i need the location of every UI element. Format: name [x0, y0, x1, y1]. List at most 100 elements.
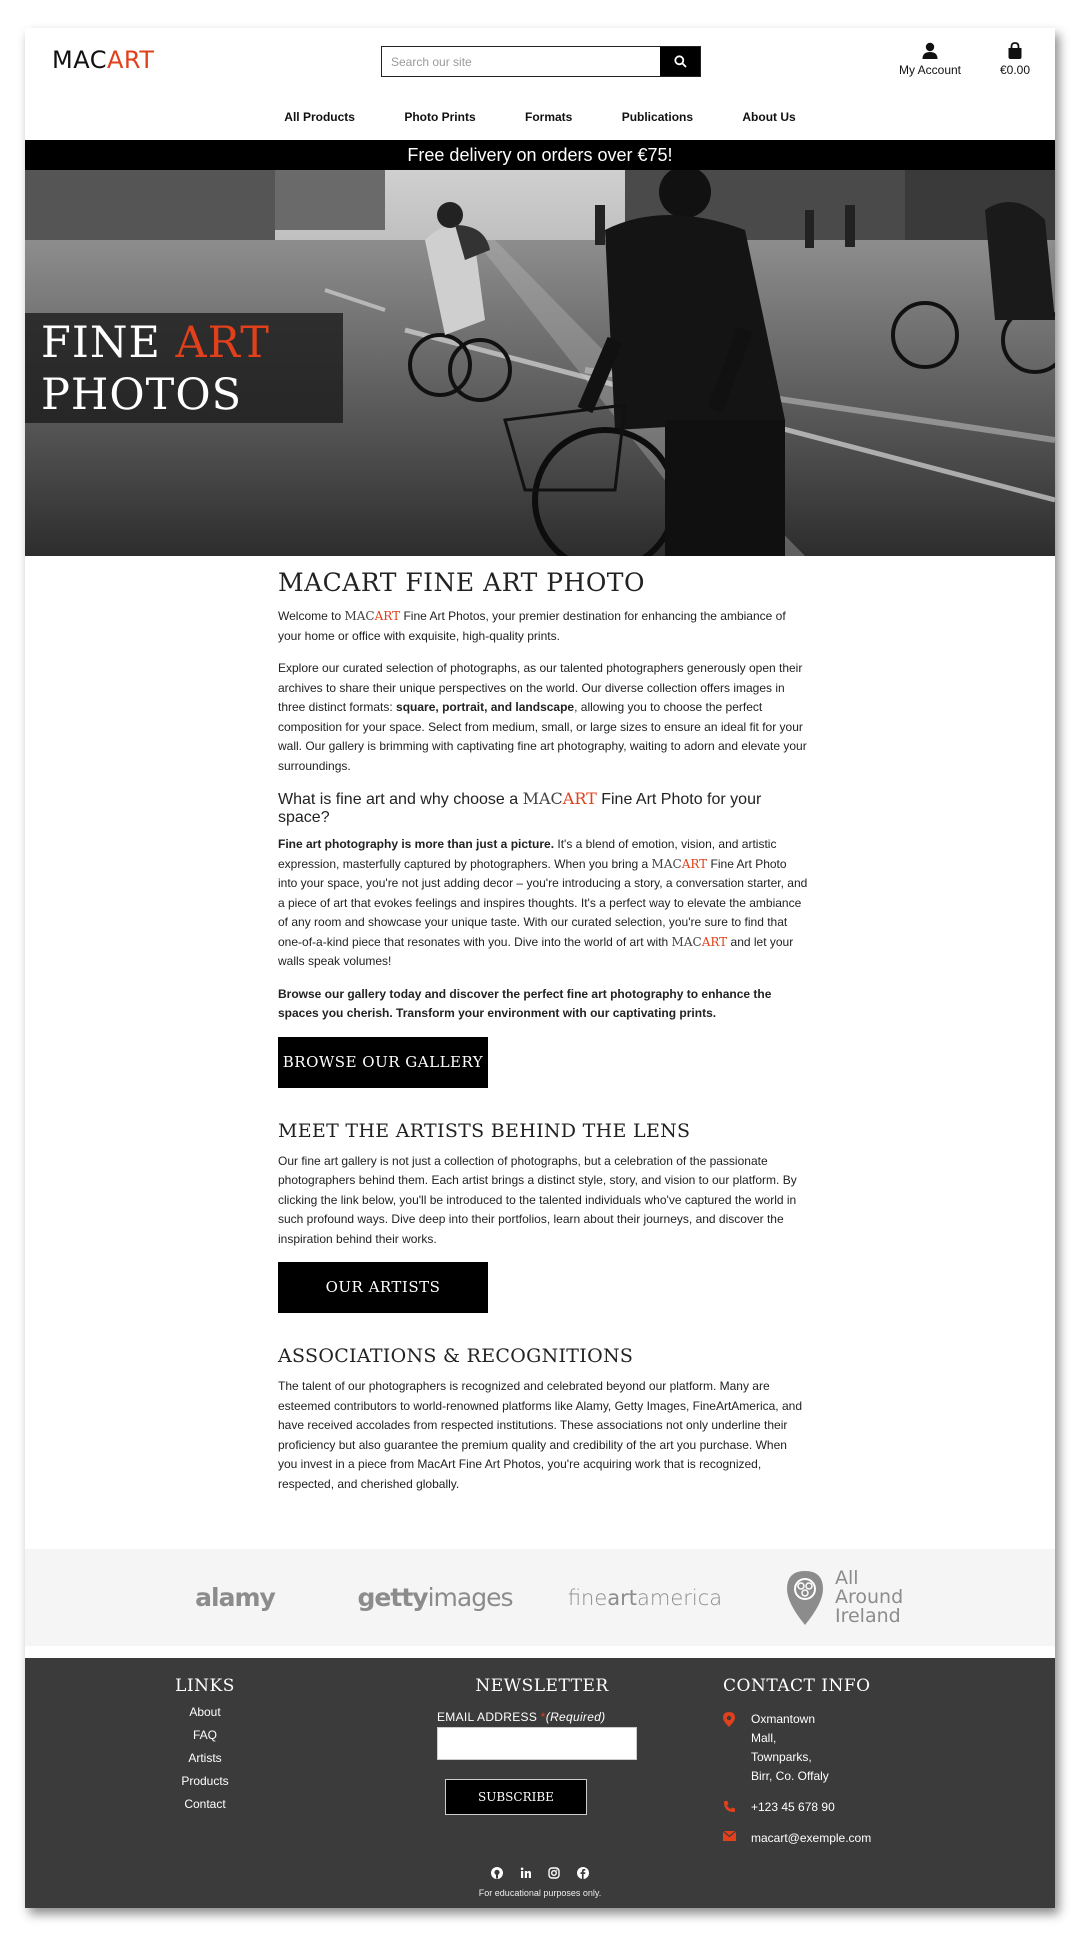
logo-art: ART: [106, 46, 155, 74]
images-text: images: [427, 1583, 514, 1612]
nav-photo-prints[interactable]: Photo Prints: [404, 110, 475, 124]
why-paragraph-2: Browse our gallery today and discover th…: [278, 985, 808, 1024]
my-account-link[interactable]: My Account: [890, 42, 970, 77]
contact-info: CONTACT INFO Oxmantown Mall, Townparks, …: [723, 1676, 983, 1848]
contact-phone[interactable]: +123 45 678 90: [723, 1798, 983, 1817]
why-lead: Fine art photography is more than just a…: [278, 837, 555, 851]
nav-formats[interactable]: Formats: [525, 110, 572, 124]
fine-text: fine: [567, 1585, 608, 1610]
footer-link-artists[interactable]: Artists: [145, 1751, 265, 1765]
contact-email[interactable]: macart@exemple.com: [723, 1829, 983, 1848]
browse-gallery-button[interactable]: BROWSE OUR GALLERY: [278, 1036, 488, 1088]
nav-all-products[interactable]: All Products: [284, 110, 355, 124]
getty-text: getty: [357, 1583, 429, 1612]
intro-paragraph-1: Welcome to MACART Fine Art Photos, your …: [278, 607, 808, 646]
email-text: macart@exemple.com: [751, 1831, 872, 1845]
fineartamerica-logo[interactable]: fine art america: [567, 1549, 723, 1646]
footer-link-products[interactable]: Products: [145, 1774, 265, 1788]
brand-mac: MAC: [651, 856, 682, 871]
search-button[interactable]: [660, 47, 700, 76]
search-icon: [673, 55, 687, 68]
brand-mac: MAC: [671, 934, 702, 949]
intro-paragraph-2: Explore our curated selection of photogr…: [278, 659, 808, 776]
alamy-text: alamy: [195, 1583, 276, 1612]
site-footer: LINKS About FAQ Artists Products Contact…: [25, 1658, 1055, 1908]
all-around-ireland-text: All Around Ireland: [835, 1569, 903, 1626]
alamy-logo[interactable]: alamy: [175, 1549, 295, 1646]
artists-heading: MEET THE ARTISTS BEHIND THE LENS: [278, 1119, 691, 1142]
phone-icon: [724, 1801, 735, 1812]
getty-images-logo[interactable]: getty images: [357, 1549, 514, 1646]
footer-link-about[interactable]: About: [145, 1705, 265, 1719]
why-paragraph-1: Fine art photography is more than just a…: [278, 835, 808, 972]
all-around-ireland-logo[interactable]: All Around Ireland: [785, 1549, 925, 1646]
contact-title: CONTACT INFO: [723, 1676, 871, 1696]
associations-paragraph: The talent of our photographers is recog…: [278, 1379, 802, 1491]
brand-name: MACART: [652, 857, 708, 871]
nav-publications[interactable]: Publications: [622, 110, 693, 124]
site-logo[interactable]: MACART: [52, 46, 154, 74]
art-text: art: [607, 1585, 638, 1610]
required-text: (Required): [545, 1710, 606, 1724]
intro-text: Welcome to: [278, 609, 345, 623]
phone-text: +123 45 678 90: [751, 1800, 835, 1814]
america-text: america: [637, 1585, 723, 1610]
footer-links: LINKS About FAQ Artists Products Contact: [145, 1676, 265, 1811]
facebook-icon[interactable]: [576, 1866, 589, 1884]
hero-line2: PHOTOS: [41, 370, 243, 420]
email-label: EMAIL ADDRESS *(Required): [437, 1710, 647, 1724]
page-title: MACART FINE ART PHOTO: [278, 568, 645, 597]
linkedin-icon[interactable]: [520, 1866, 532, 1884]
hero-line1-art: ART: [175, 318, 270, 368]
user-icon: [922, 42, 938, 59]
email-label-text: EMAIL ADDRESS: [437, 1710, 538, 1724]
partner-logos: alamy getty images fine art america All Aro…: [25, 1549, 1055, 1646]
subscribe-button[interactable]: SUBSCRIBE: [445, 1779, 587, 1815]
brand-art: ART: [701, 934, 728, 949]
location-pin-icon: [723, 1712, 735, 1727]
instagram-icon[interactable]: [548, 1866, 560, 1884]
hero-image: FINE ART PHOTOS: [25, 170, 1055, 556]
brand-mac: MAC: [522, 789, 563, 808]
footer-link-faq[interactable]: FAQ: [145, 1728, 265, 1742]
newsletter-title: NEWSLETTER: [475, 1676, 609, 1696]
why-heading: What is fine art and why choose a MACART…: [278, 789, 808, 827]
brand-name: MACART: [672, 935, 728, 949]
account-label: My Account: [898, 63, 962, 77]
delivery-banner: Free delivery on orders over €75!: [25, 140, 1055, 170]
brand-art: ART: [374, 609, 401, 623]
why-text: What is fine art and why choose a: [278, 791, 523, 808]
associations-heading: ASSOCIATIONS & RECOGNITIONS: [278, 1345, 634, 1367]
cart-total: €0.00: [999, 63, 1031, 77]
map-pin-icon: [787, 1570, 823, 1625]
logo-mac: MAC: [52, 46, 107, 74]
our-artists-button[interactable]: OUR ARTISTS: [278, 1262, 488, 1313]
hero-title: FINE ART PHOTOS: [25, 313, 343, 423]
aai-line3: Ireland: [835, 1605, 901, 1627]
shopping-bag-icon: [1008, 42, 1022, 59]
hero-line1-fine: FINE: [41, 318, 176, 368]
artists-paragraph: Our fine art gallery is not just a colle…: [278, 1153, 797, 1246]
search-bar: [381, 46, 701, 77]
footer-link-contact[interactable]: Contact: [145, 1797, 265, 1811]
newsletter-form: NEWSLETTER EMAIL ADDRESS *(Required) SUB…: [437, 1676, 647, 1815]
brand-art: ART: [562, 789, 597, 808]
search-input[interactable]: [382, 47, 660, 76]
educational-notice: For educational purposes only.: [478, 1888, 602, 1898]
nav-about-us[interactable]: About Us: [742, 110, 795, 124]
brand-name: MACART: [344, 609, 400, 623]
main-nav: All Products Photo Prints Formats Public…: [25, 110, 1055, 124]
newsletter-email-input[interactable]: [437, 1727, 637, 1760]
github-icon[interactable]: [491, 1866, 504, 1884]
why-cta-text: Browse our gallery today and discover th…: [278, 986, 772, 1021]
brand-mac: MAC: [344, 609, 375, 623]
formats-highlight: square, portrait, and landscape: [396, 700, 575, 714]
links-title: LINKS: [175, 1676, 235, 1696]
address-text: Oxmantown Mall, Townparks, Birr, Co. Off…: [751, 1712, 829, 1783]
main-content: MACART FINE ART PHOTO Welcome to MACART …: [278, 568, 808, 1507]
cart-link[interactable]: €0.00: [990, 42, 1040, 77]
envelope-icon: [723, 1831, 736, 1841]
brand-art: ART: [681, 856, 708, 871]
contact-address: Oxmantown Mall, Townparks, Birr, Co. Off…: [723, 1710, 983, 1786]
site-header: MACART My Account €0.00: [25, 28, 1055, 140]
